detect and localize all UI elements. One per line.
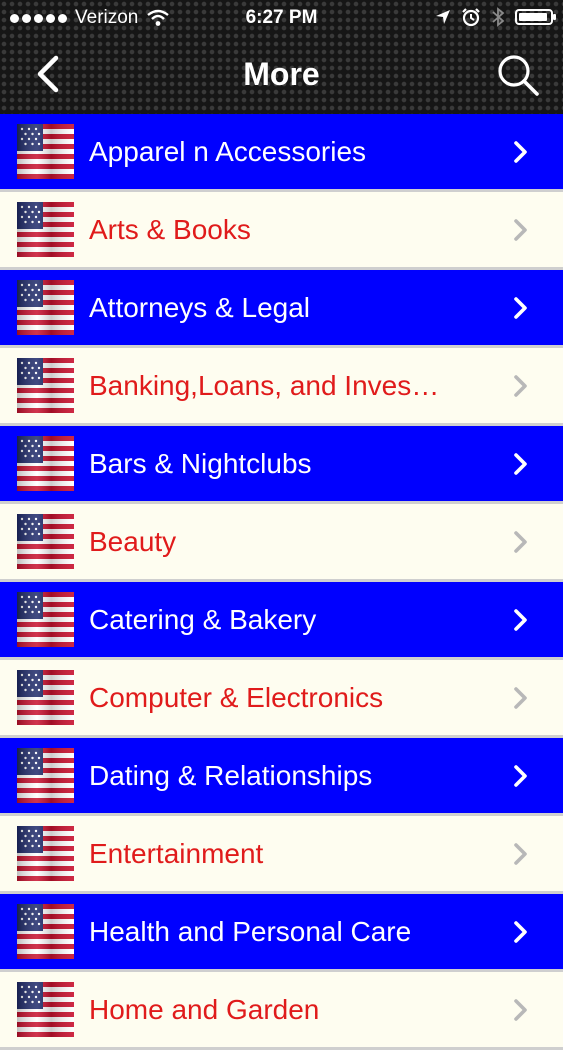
- american-flag-icon: [17, 358, 74, 413]
- american-flag-icon: [17, 592, 74, 647]
- list-item[interactable]: Catering & Bakery: [0, 582, 563, 660]
- list-item-label: Computer & Electronics: [89, 682, 384, 713]
- list-item-label: Dating & Relationships: [89, 760, 373, 791]
- list-item[interactable]: Arts & Books: [0, 192, 563, 270]
- category-list: Apparel n Accessories Arts & Books Attor…: [0, 114, 563, 1050]
- search-button[interactable]: [495, 52, 541, 98]
- chevron-right-icon: [513, 686, 529, 710]
- list-item[interactable]: Apparel n Accessories: [0, 114, 563, 192]
- american-flag-icon: [17, 202, 74, 257]
- chevron-right-icon: [513, 764, 529, 788]
- list-item[interactable]: Beauty: [0, 504, 563, 582]
- list-item[interactable]: Attorneys & Legal: [0, 270, 563, 348]
- american-flag-icon: [17, 514, 74, 569]
- chevron-right-icon: [513, 296, 529, 320]
- list-item-label: Health and Personal Care: [89, 916, 412, 947]
- american-flag-icon: [17, 124, 74, 179]
- navigation-bar: More: [0, 40, 563, 108]
- chevron-right-icon: [513, 998, 529, 1022]
- status-right: [435, 7, 556, 27]
- list-item[interactable]: Home and Garden: [0, 972, 563, 1050]
- location-arrow-icon: [436, 10, 450, 24]
- status-bar: Verizon 6:27 PM: [0, 0, 563, 36]
- list-item-label: Entertainment: [89, 838, 264, 869]
- american-flag-icon: [17, 904, 74, 959]
- chevron-right-icon: [513, 140, 529, 164]
- chevron-right-icon: [513, 530, 529, 554]
- list-item[interactable]: Bars & Nightclubs: [0, 426, 563, 504]
- list-item[interactable]: Computer & Electronics: [0, 660, 563, 738]
- chevron-right-icon: [513, 452, 529, 476]
- battery-icon: [515, 9, 556, 25]
- bluetooth-icon: [492, 7, 505, 27]
- top-bar: Verizon 6:27 PM More: [0, 0, 563, 115]
- list-item-label: Bars & Nightclubs: [89, 448, 312, 479]
- battery-fill: [519, 13, 547, 21]
- list-item-label: Arts & Books: [89, 214, 251, 245]
- american-flag-icon: [17, 670, 74, 725]
- chevron-right-icon: [513, 608, 529, 632]
- list-item-label: Home and Garden: [89, 994, 320, 1025]
- chevron-right-icon: [513, 842, 529, 866]
- american-flag-icon: [17, 280, 74, 335]
- list-item-label: Banking,Loans, and Inves…: [89, 370, 440, 401]
- alarm-icon: [462, 8, 480, 27]
- chevron-right-icon: [513, 920, 529, 944]
- list-item-label: Apparel n Accessories: [89, 136, 367, 167]
- list-item[interactable]: Banking,Loans, and Inves…: [0, 348, 563, 426]
- page-title: More: [243, 56, 320, 92]
- list-item[interactable]: Dating & Relationships: [0, 738, 563, 816]
- list-item[interactable]: Health and Personal Care: [0, 894, 563, 972]
- american-flag-icon: [17, 436, 74, 491]
- chevron-right-icon: [513, 218, 529, 242]
- list-item-label: Beauty: [89, 526, 177, 557]
- list-item-label: Catering & Bakery: [89, 604, 317, 635]
- american-flag-icon: [17, 748, 74, 803]
- american-flag-icon: [17, 826, 74, 881]
- chevron-right-icon: [513, 374, 529, 398]
- list-item-label: Attorneys & Legal: [89, 292, 311, 323]
- list-item[interactable]: Entertainment: [0, 816, 563, 894]
- american-flag-icon: [17, 982, 74, 1037]
